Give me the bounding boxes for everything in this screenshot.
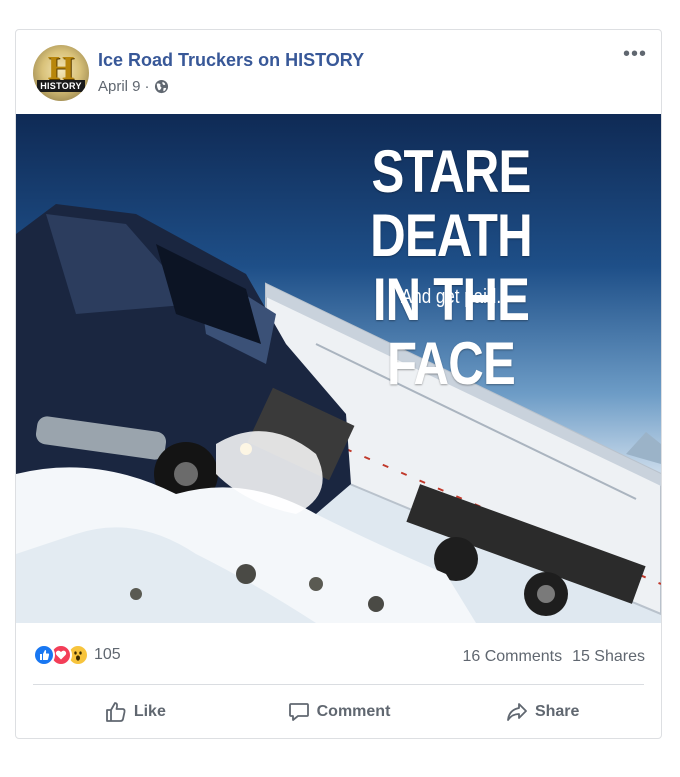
page-name-link[interactable]: Ice Road Truckers on HISTORY <box>98 50 364 71</box>
action-divider <box>33 684 644 685</box>
post-image[interactable]: STARE DEATH IN THE FACE And get paid. <box>16 114 661 623</box>
post-card: H HISTORY Ice Road Truckers on HISTORY A… <box>15 29 662 739</box>
post-meta: April 9 · <box>98 78 169 95</box>
reactions-summary[interactable]: 105 <box>33 644 121 666</box>
shares-count-link[interactable]: 15 Shares <box>572 648 645 666</box>
globe-icon <box>154 79 168 94</box>
avatar-label: HISTORY <box>37 80 85 92</box>
engagement-counts: 16 Comments 15 Shares <box>462 648 645 666</box>
like-label: Like <box>133 703 166 720</box>
share-label: Share <box>534 703 580 720</box>
reaction-count: 105 <box>94 646 121 663</box>
thumbs-up-icon <box>105 702 126 722</box>
action-bar: Like Comment Share <box>33 692 644 732</box>
post-date[interactable]: April 9 <box>98 78 141 95</box>
share-button[interactable]: Share <box>440 692 644 732</box>
share-arrow-icon <box>507 703 527 721</box>
page-avatar[interactable]: H HISTORY <box>33 45 89 101</box>
comment-label: Comment <box>316 703 391 720</box>
headline-line-1: STARE DEATH <box>370 138 533 269</box>
like-button[interactable]: Like <box>33 692 237 732</box>
like-reaction-icon <box>33 644 55 666</box>
meta-separator: · <box>144 78 150 95</box>
comment-button[interactable]: Comment <box>237 692 441 732</box>
comments-count-link[interactable]: 16 Comments <box>462 648 562 666</box>
comment-icon <box>288 703 309 721</box>
image-headline: STARE DEATH IN THE FACE <box>316 140 587 396</box>
image-subline: And get paid. <box>400 286 502 308</box>
more-options-icon[interactable]: ••• <box>623 44 647 64</box>
